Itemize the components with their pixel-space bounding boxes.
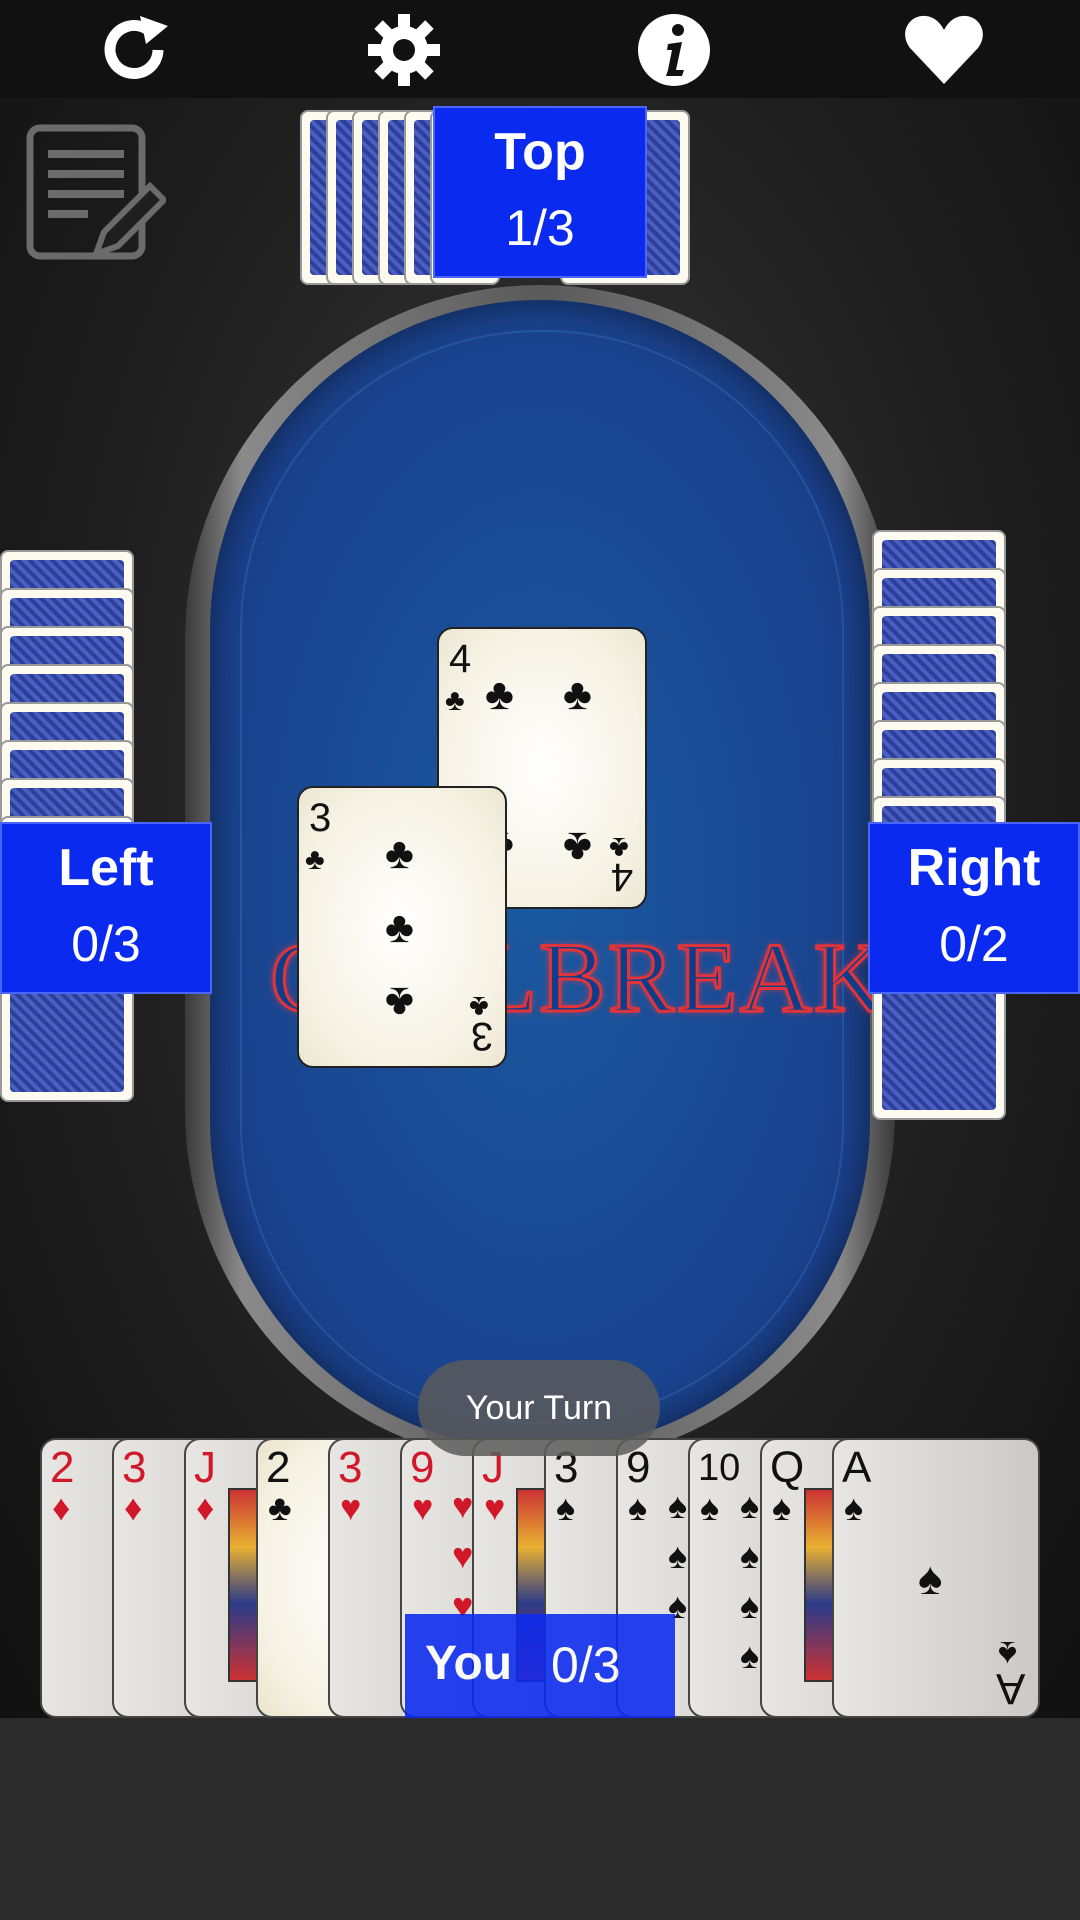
you-player-label: You 0/3 [405,1614,675,1718]
heart-suit-icon: ♥ [412,1487,434,1528]
club-icon: ♣ [485,670,514,719]
club-icon: ♣ [563,823,592,872]
left-player-name: Left [58,839,154,897]
club-icon: ♣ [385,903,414,952]
card-rank: 3 [338,1443,363,1492]
spade-icon: ♠ [844,1487,864,1528]
card-rank: 2 [50,1443,75,1492]
spade-icon: ♠ [918,1552,943,1604]
spade-icon: ♠ [628,1487,648,1528]
club-icon: ♣ [563,670,592,719]
top-player-name: Top [494,123,586,181]
spade-icon: ♠ [700,1487,720,1528]
spade-icon: ♠ [740,1485,760,1526]
right-player-score: 0/2 [939,916,1009,972]
you-player-name: You [425,1637,513,1690]
diamond-icon: ♦ [124,1487,143,1528]
spade-icon: ♠ [772,1487,792,1528]
card-rank: 4 [449,637,472,681]
card-rank: 4 [611,855,634,899]
card-rank: 3 [122,1443,147,1492]
heart-suit-icon: ♥ [484,1487,506,1528]
you-player-score: 0/3 [551,1637,621,1693]
gear-icon[interactable] [362,8,446,92]
spade-icon: ♠ [668,1485,688,1526]
right-player-name: Right [907,839,1041,897]
your-turn-toast: Your Turn [418,1360,660,1456]
card-rank: 3 [471,1014,494,1058]
heart-suit-icon: ♥ [340,1487,362,1528]
club-icon: ♣ [305,843,325,876]
club-icon: ♣ [268,1487,292,1528]
hand-card-ace-of-spades[interactable]: A ♠ ♠ ♠ A [832,1438,1040,1718]
game-table-area: CALLBREAK Top 1/3 Left 0/3 Right 0/2 4 ♣… [0,0,1080,1718]
top-player-label: Top 1/3 [433,106,647,278]
card-rank: J [194,1443,216,1492]
card-rank: 3 [309,796,332,840]
restart-icon[interactable] [94,8,178,92]
spade-icon: ♠ [740,1585,760,1626]
spade-icon: ♠ [740,1635,760,1676]
bottom-empty-area [0,1718,1080,1920]
spade-icon: ♠ [740,1535,760,1576]
card-rank: 9 [410,1443,435,1492]
card-rank: 10 [698,1447,741,1489]
club-icon: ♣ [385,829,414,878]
card-rank: Q [770,1443,805,1492]
card-rank: 2 [266,1443,291,1492]
heart-suit-icon: ♥ [452,1485,474,1526]
heart-icon[interactable] [902,8,986,92]
scorecard-edit-icon[interactable] [26,124,169,264]
spade-icon: ♠ [556,1487,576,1528]
top-toolbar [0,0,1080,98]
left-player-score: 0/3 [71,916,141,972]
diamond-icon: ♦ [52,1487,71,1528]
right-player-label: Right 0/2 [868,822,1080,994]
club-icon: ♣ [445,684,465,717]
info-icon[interactable] [632,8,716,92]
heart-suit-icon: ♥ [452,1535,474,1576]
club-icon: ♣ [385,978,414,1027]
top-player-score: 1/3 [505,200,575,256]
trick-card-three-of-clubs: 3 ♣ ♣ ♣ ♣ ♣ 3 [297,786,507,1068]
diamond-icon: ♦ [196,1487,215,1528]
card-rank: A [842,1443,872,1492]
left-player-label: Left 0/3 [0,822,212,994]
spade-icon: ♠ [668,1535,688,1576]
card-rank: A [996,1664,1026,1713]
